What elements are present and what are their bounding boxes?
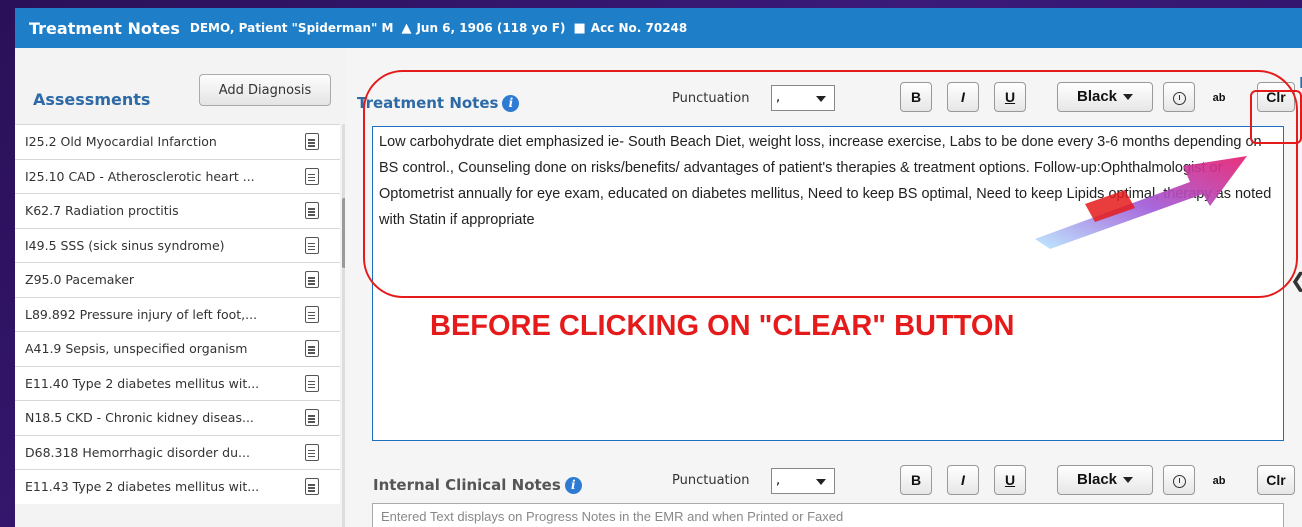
- document-icon[interactable]: [305, 478, 319, 495]
- bold-button[interactable]: B: [900, 465, 932, 495]
- list-item[interactable]: I25.2 Old Myocardial Infarction: [15, 124, 340, 159]
- diagnosis-label: Z95.0 Pacemaker: [25, 272, 135, 288]
- diagnosis-label: I25.10 CAD - Atherosclerotic heart ...: [25, 168, 255, 184]
- notes-editor-area: Treatment Notes i Punctuation , B I U Bla…: [345, 48, 1302, 527]
- document-icon[interactable]: [305, 202, 319, 219]
- list-item[interactable]: Z95.0 Pacemaker: [15, 262, 340, 297]
- patient-name: DEMO, Patient "Spiderman" M: [189, 21, 394, 35]
- document-icon[interactable]: [305, 443, 319, 461]
- document-icon[interactable]: [305, 167, 319, 185]
- chevron-down-icon: [1123, 477, 1134, 484]
- internal-notes-textarea[interactable]: Entered Text displays on Progress Notes …: [372, 503, 1284, 527]
- diagnosis-label: E11.43 Type 2 diabetes mellitus wit...: [25, 479, 260, 495]
- internal-notes-title-text: Internal Clinical Notes: [373, 476, 561, 494]
- list-item[interactable]: E11.43 Type 2 diabetes mellitus wit...: [15, 469, 340, 504]
- list-item[interactable]: E11.40 Type 2 diabetes mellitus wit...: [15, 365, 340, 400]
- patient-info: DEMO, Patient "Spiderman" M ▲ Jun 6, 190…: [190, 21, 687, 36]
- list-item[interactable]: I49.5 SSS (sick sinus syndrome): [15, 227, 340, 262]
- treatment-notes-window: Treatment Notes DEMO, Patient "Spiderman…: [15, 8, 1302, 527]
- list-item[interactable]: A41.9 Sepsis, unspecified organism: [15, 331, 340, 366]
- clock-icon: [1172, 474, 1186, 488]
- chevron-down-icon: [816, 479, 826, 485]
- title-bar: Treatment Notes DEMO, Patient "Spiderman…: [15, 8, 1302, 48]
- birthday-cake-icon: ▲: [401, 20, 412, 36]
- underline-button[interactable]: U: [994, 465, 1026, 495]
- punctuation-select[interactable]: ,: [771, 468, 835, 494]
- timestamp-button[interactable]: [1163, 465, 1195, 495]
- text-color-dropdown[interactable]: Black: [1057, 465, 1153, 495]
- annotation-highlight-box: [1250, 90, 1302, 144]
- add-diagnosis-button[interactable]: Add Diagnosis: [199, 74, 331, 106]
- document-icon[interactable]: [305, 340, 319, 357]
- list-item[interactable]: K62.7 Radiation proctitis: [15, 193, 340, 228]
- window-title: Treatment Notes: [29, 18, 180, 38]
- diagnosis-label: D68.318 Hemorrhagic disorder du...: [25, 444, 250, 460]
- list-item[interactable]: D68.318 Hemorrhagic disorder du...: [15, 434, 340, 469]
- annotation-arrow-icon: [1035, 156, 1247, 249]
- assessments-header: Assessments Add Diagnosis: [15, 48, 345, 124]
- diagnosis-label: I25.2 Old Myocardial Infarction: [25, 134, 217, 150]
- document-icon[interactable]: [305, 133, 319, 150]
- diagnosis-label: A41.9 Sepsis, unspecified organism: [25, 341, 248, 357]
- diagnosis-label: E11.40 Type 2 diabetes mellitus wit...: [25, 375, 260, 391]
- punctuation-value: ,: [776, 473, 781, 488]
- annotation-label: BEFORE CLICKING ON "CLEAR" BUTTON: [430, 310, 1015, 342]
- spellcheck-button[interactable]: ab: [1203, 465, 1235, 495]
- patient-dob: Jun 6, 1906 (118 yo F): [416, 21, 566, 35]
- assessments-title: Assessments: [33, 90, 151, 109]
- list-item[interactable]: N18.5 CKD - Chronic kidney diseas...: [15, 400, 340, 435]
- assessments-panel: Assessments Add Diagnosis I25.2 Old Myoc…: [15, 48, 347, 527]
- assessments-list: I25.2 Old Myocardial Infarction I25.10 C…: [15, 124, 345, 504]
- punctuation-label: Punctuation: [672, 473, 750, 488]
- diagnosis-label: I49.5 SSS (sick sinus syndrome): [25, 237, 225, 253]
- info-icon[interactable]: i: [564, 477, 582, 494]
- id-card-icon: ■: [573, 20, 586, 36]
- document-icon[interactable]: [305, 305, 319, 323]
- list-item[interactable]: I25.10 CAD - Atherosclerotic heart ...: [15, 158, 340, 193]
- text-color-label: Black: [1076, 471, 1118, 488]
- document-icon[interactable]: [305, 409, 319, 426]
- document-icon[interactable]: [305, 271, 319, 288]
- spellcheck-icon: ab: [1212, 475, 1226, 487]
- diagnosis-label: L89.892 Pressure injury of left foot,...: [25, 306, 258, 322]
- internal-notes-title: Internal Clinical Notes i: [373, 476, 582, 494]
- account-number: Acc No. 70248: [590, 21, 688, 35]
- document-icon[interactable]: [305, 236, 319, 254]
- clear-button[interactable]: Clr: [1257, 465, 1295, 495]
- list-item[interactable]: L89.892 Pressure injury of left foot,...: [15, 296, 340, 331]
- diagnosis-label: N18.5 CKD - Chronic kidney diseas...: [25, 410, 254, 426]
- italic-button[interactable]: I: [947, 465, 979, 495]
- document-icon[interactable]: [305, 374, 319, 392]
- diagnosis-label: K62.7 Radiation proctitis: [25, 203, 179, 219]
